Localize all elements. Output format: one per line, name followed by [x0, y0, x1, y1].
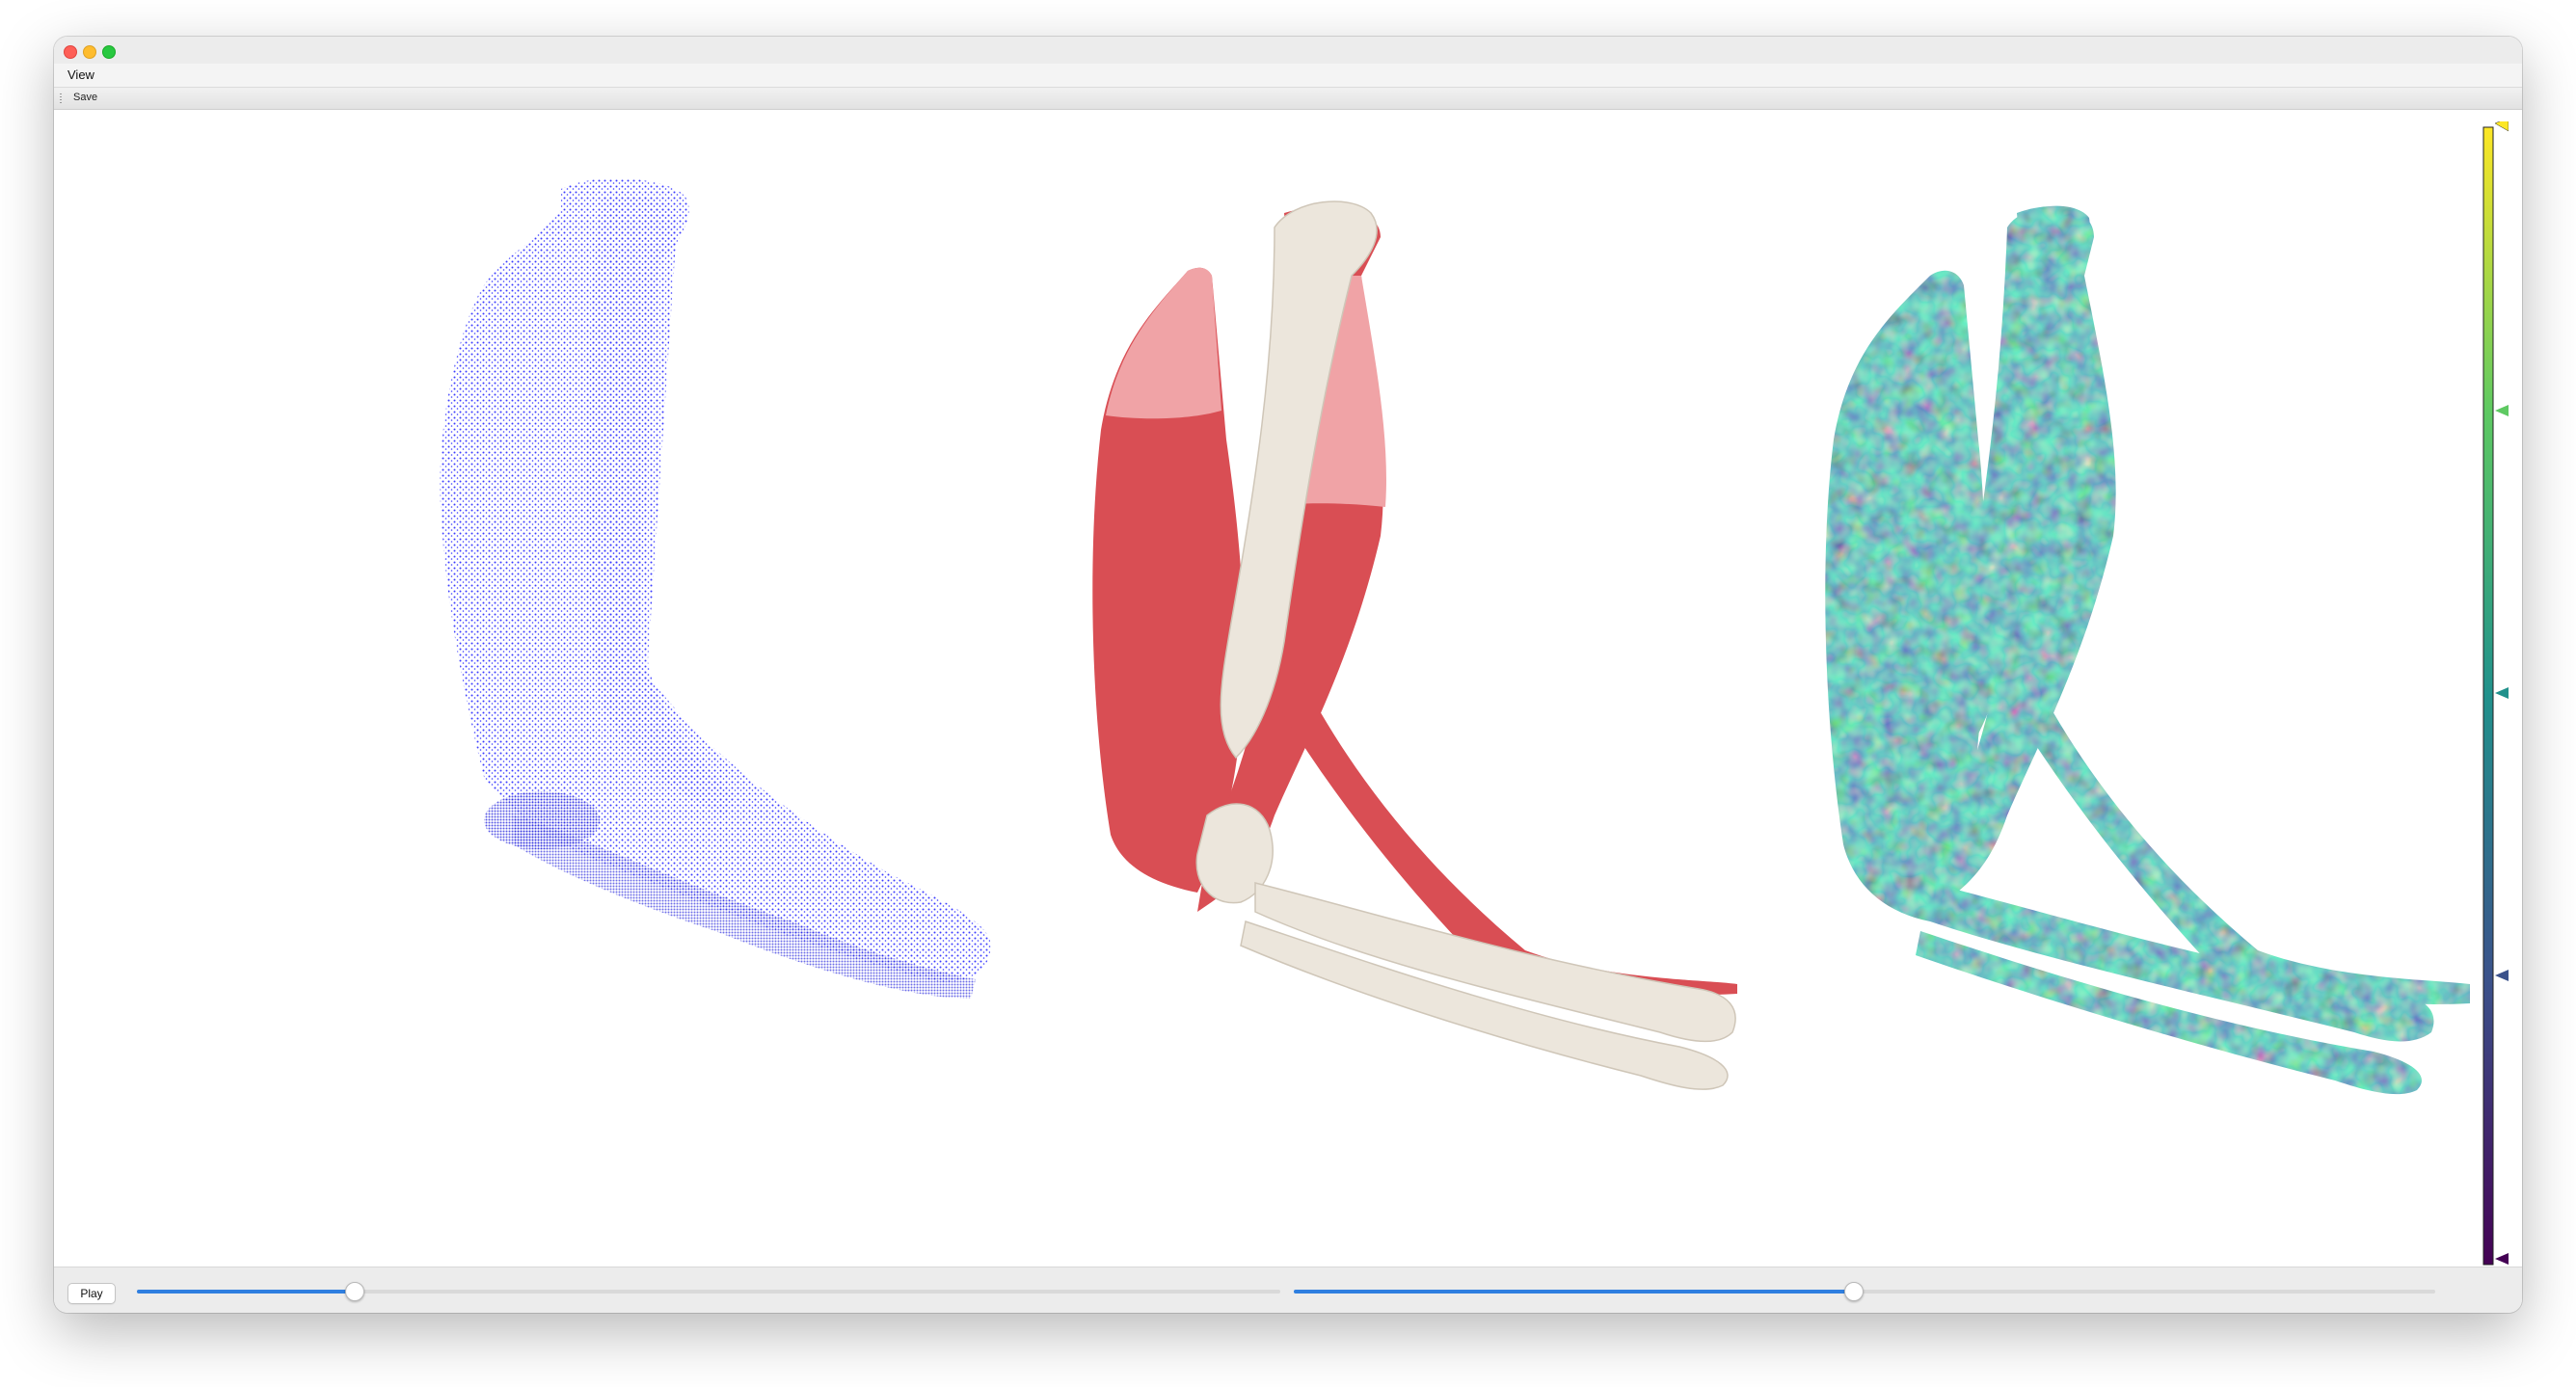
minimize-window-button[interactable]	[83, 45, 96, 59]
menu-bar: View	[54, 64, 2522, 88]
app-window: View Save Play	[54, 37, 2522, 1313]
maximize-window-button[interactable]	[102, 45, 116, 59]
colorbar-marker	[2495, 970, 2509, 981]
toolbar-grip[interactable]	[60, 93, 62, 103]
save-button[interactable]: Save	[73, 92, 97, 103]
frame-slider-1[interactable]	[137, 1282, 1280, 1301]
slider-fill	[1294, 1290, 1854, 1294]
title-bar	[54, 37, 2522, 65]
point-cloud-model	[440, 178, 991, 999]
frame-slider-2[interactable]	[1294, 1282, 2435, 1301]
close-window-button[interactable]	[64, 45, 77, 59]
menu-view[interactable]: View	[67, 67, 94, 82]
scalar-field-model	[1825, 205, 2470, 1095]
colorbar	[2482, 121, 2509, 1266]
colorbar-marker	[2495, 405, 2509, 416]
slider-knob[interactable]	[345, 1282, 365, 1301]
play-button[interactable]: Play	[67, 1283, 116, 1304]
slider-knob[interactable]	[1844, 1282, 1865, 1301]
toolbar: Save	[54, 88, 2522, 110]
colorbar-marker-top	[2494, 121, 2509, 132]
muscle-bone-model	[1092, 200, 1737, 1090]
colorbar-marker	[2495, 687, 2509, 699]
slider-fill	[137, 1290, 355, 1294]
colorbar-marker-bottom	[2495, 1253, 2509, 1265]
playback-bar: Play	[54, 1267, 2522, 1313]
render-viewport[interactable]	[60, 121, 2509, 1267]
